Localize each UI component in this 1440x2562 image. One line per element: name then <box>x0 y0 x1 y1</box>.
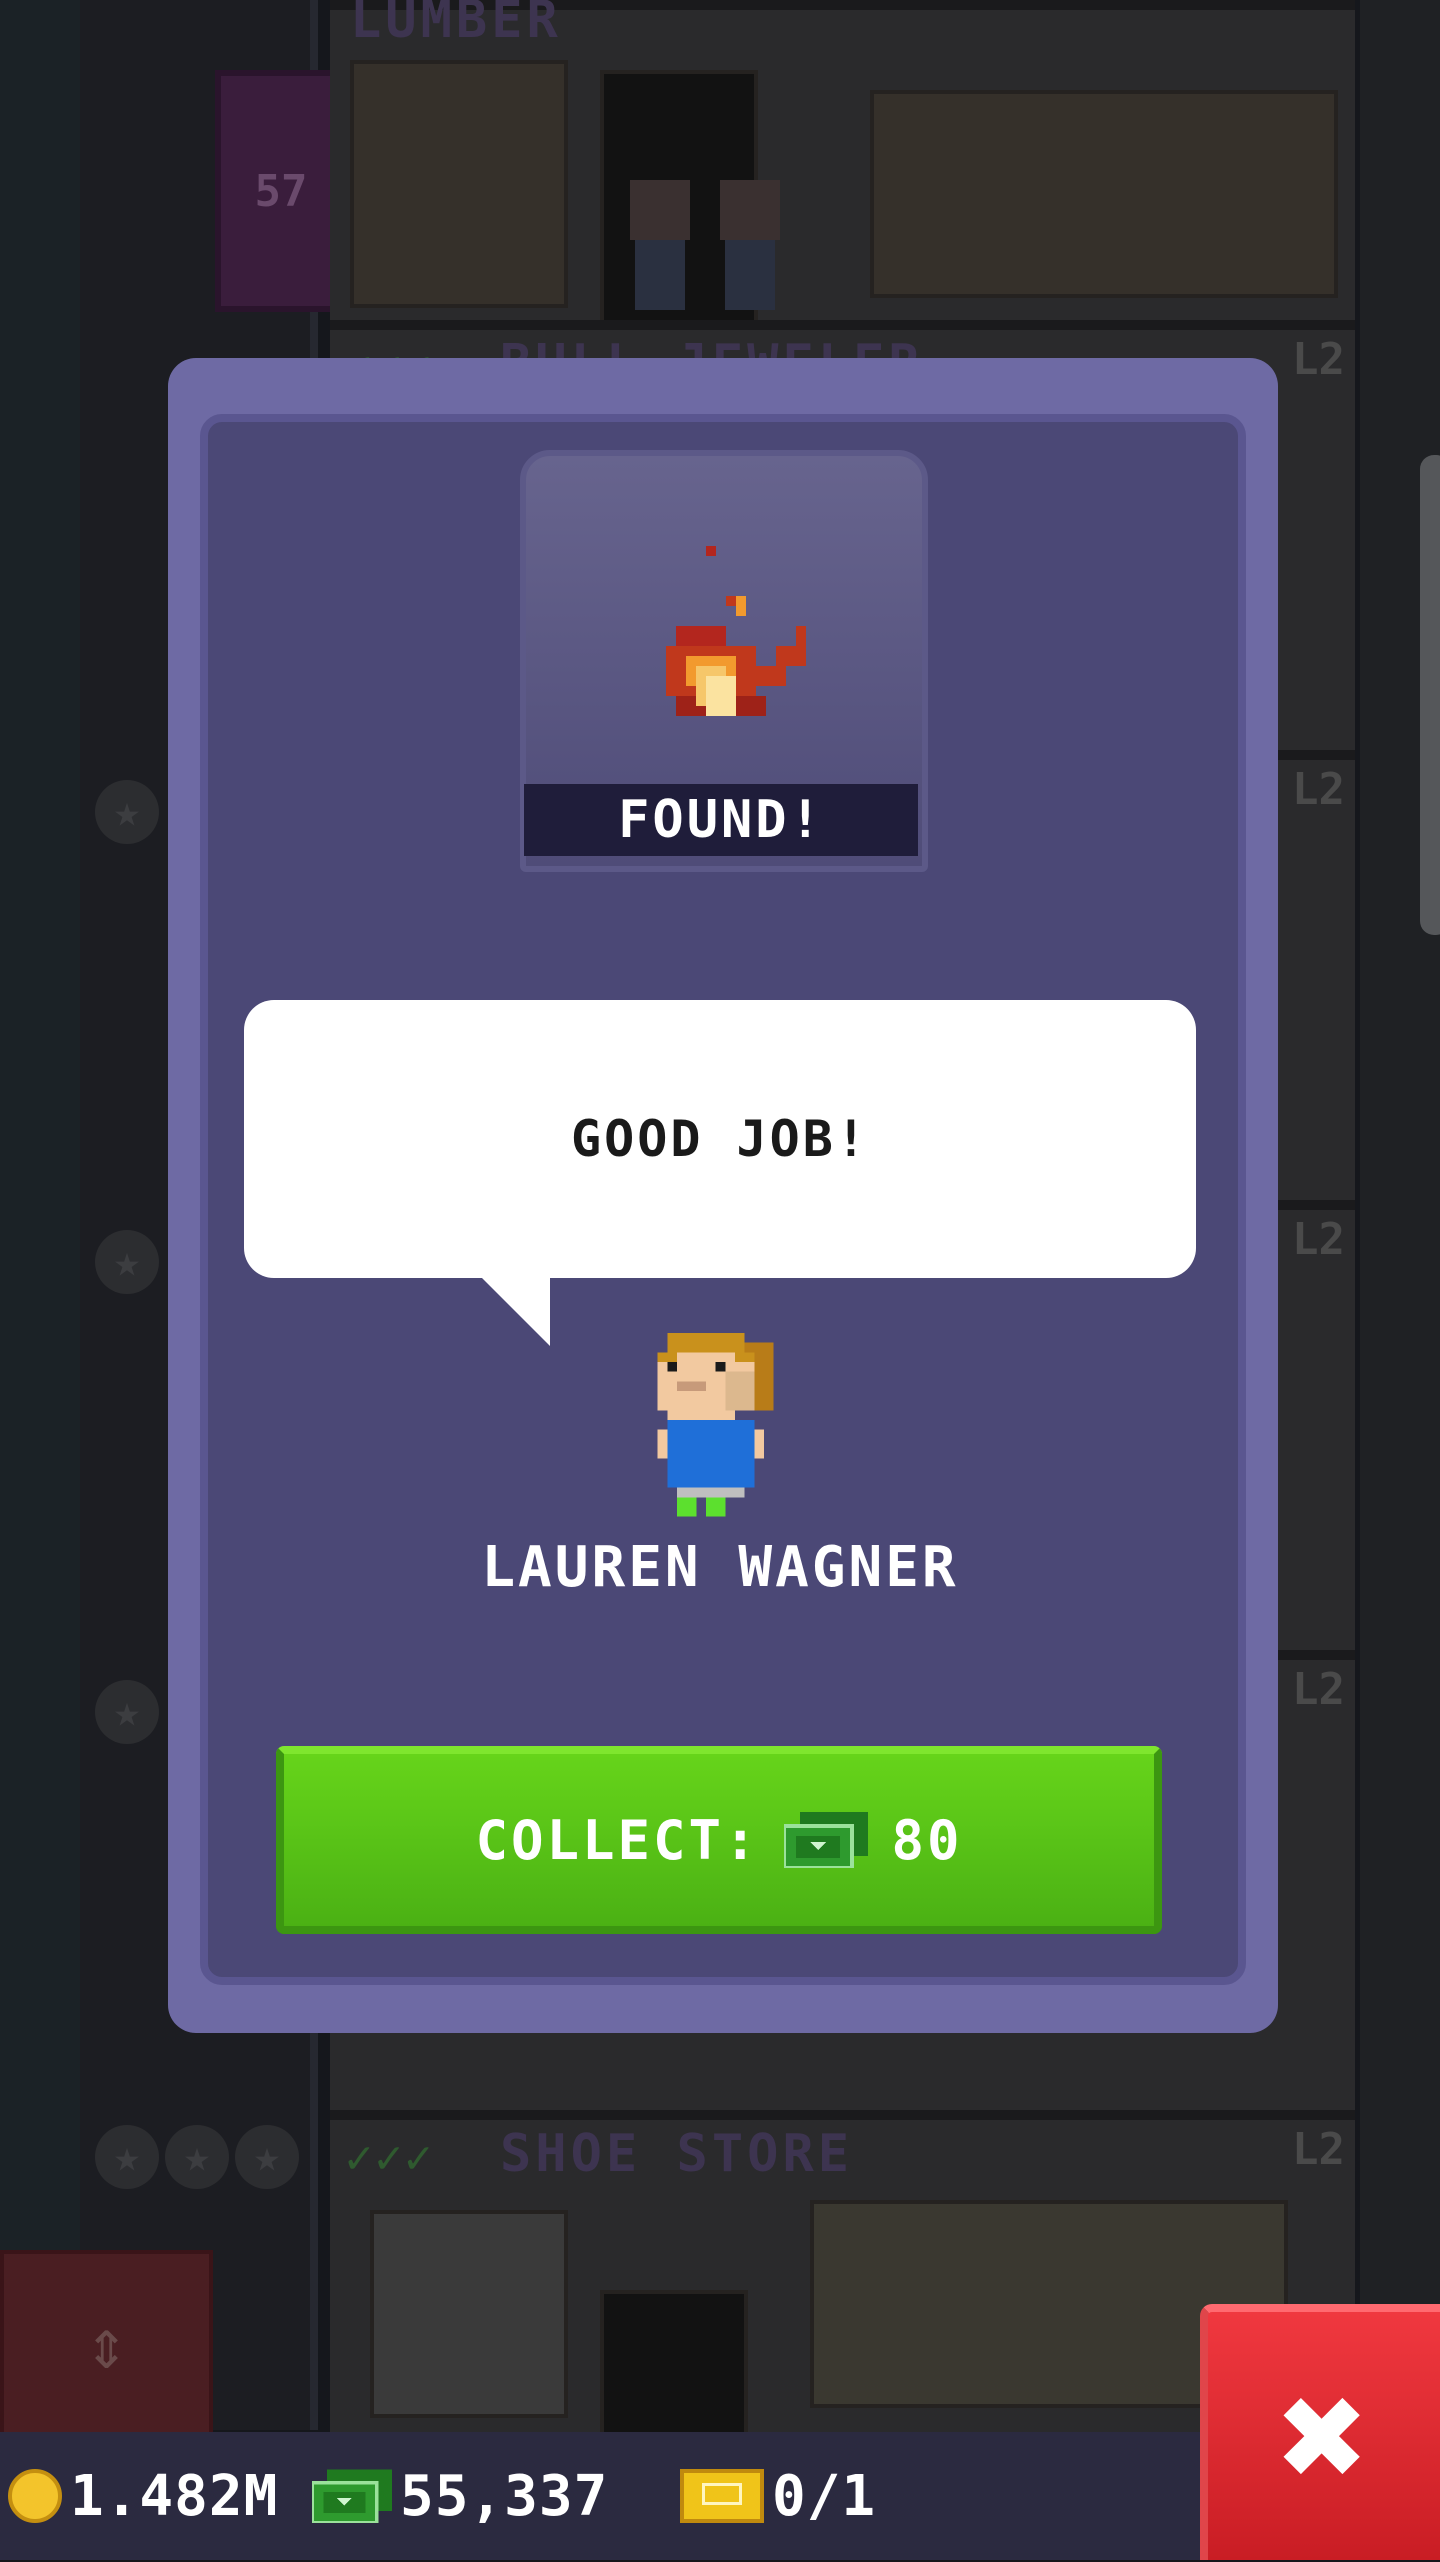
npc-name: LAUREN WAGNER <box>481 1535 959 1600</box>
collect-label: COLLECT: <box>475 1808 760 1872</box>
elevator-arrows-button[interactable]: ⇕ <box>0 2250 213 2438</box>
speech-text: GOOD JOB! <box>571 1110 869 1168</box>
tickets-value: 0/1 <box>772 2463 877 2529</box>
speech-bubble: GOOD JOB! <box>244 1000 1196 1278</box>
elevator-floor-number: 57 <box>254 166 308 217</box>
star-icon: ★ <box>95 2125 159 2189</box>
floor-level: L2 <box>1292 1664 1345 1715</box>
bux-icon <box>312 2469 392 2523</box>
bux-value: 55,337 <box>400 2463 609 2529</box>
floor-level: L2 <box>1292 764 1345 815</box>
bux-icon <box>783 1812 868 1868</box>
shelf <box>350 60 568 308</box>
npc-avatar <box>657 1333 774 1517</box>
floor-lumber: LUMBER <box>330 0 1355 330</box>
star-icon: ★ <box>95 780 159 844</box>
elevator-car: 57 <box>215 70 347 312</box>
doorway <box>600 2290 748 2448</box>
close-icon: ✖ <box>1278 2350 1370 2524</box>
background-person <box>630 180 690 310</box>
shelf <box>870 90 1338 298</box>
bux-stat: 55,337 <box>312 2432 608 2560</box>
floor-level: L2 <box>1292 2124 1345 2175</box>
flame-item-icon <box>666 546 806 716</box>
speech-bubble-tail <box>480 1276 550 1346</box>
floor-level: L2 <box>1292 334 1345 385</box>
star-icon: ★ <box>95 1680 159 1744</box>
floor-title: SHOE STORE <box>500 2124 854 2184</box>
collect-button[interactable]: COLLECT: 80 <box>276 1746 1162 1934</box>
coins-stat: 1.482M <box>8 2432 278 2560</box>
shelf <box>370 2210 568 2418</box>
star-icon: ★ <box>235 2125 299 2189</box>
collect-amount: 80 <box>891 1808 963 1872</box>
floor-level: L2 <box>1292 1214 1345 1265</box>
golden-ticket-icon <box>680 2469 764 2523</box>
coins-value: 1.482M <box>70 2463 279 2529</box>
side-scroll-tab[interactable] <box>1420 455 1440 935</box>
star-icon: ★ <box>95 1230 159 1294</box>
found-banner: FOUND! <box>524 784 918 856</box>
close-button[interactable]: ✖ <box>1200 2304 1440 2560</box>
right-wall <box>1360 0 1440 2430</box>
background-person <box>720 180 780 310</box>
floor-title: LUMBER <box>350 0 562 50</box>
floor-checkmarks: ✓✓✓ <box>345 2130 435 2184</box>
left-wall <box>0 0 80 2430</box>
coin-icon <box>8 2469 62 2523</box>
star-icon: ★ <box>165 2125 229 2189</box>
tickets-stat: 0/1 <box>680 2432 876 2560</box>
